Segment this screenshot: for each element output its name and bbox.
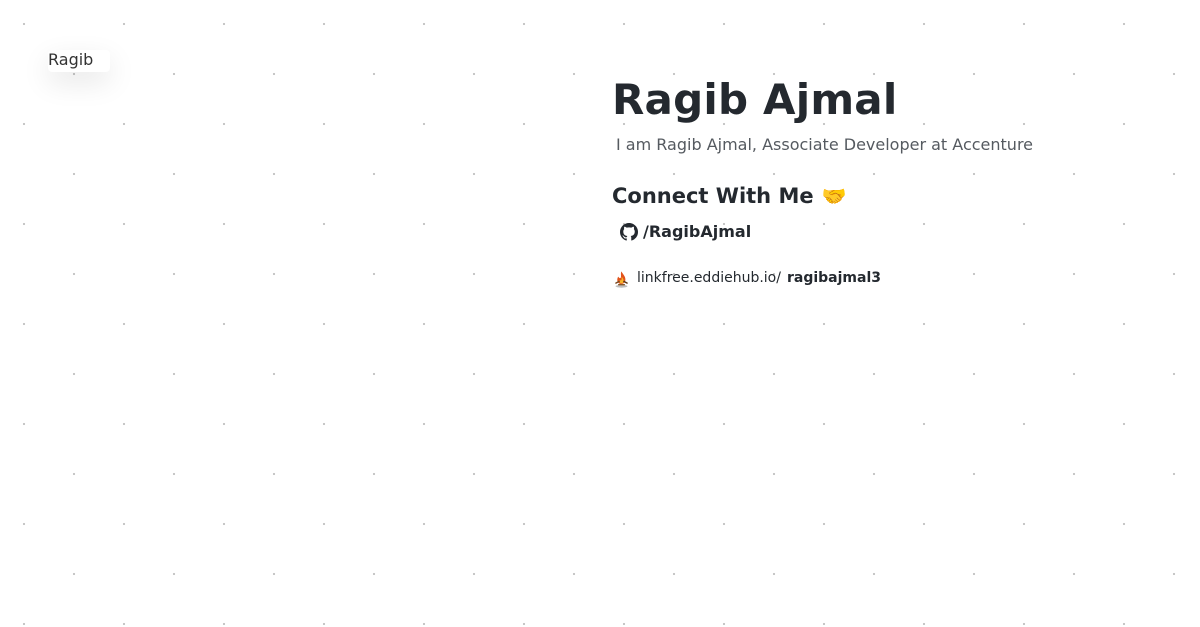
avatar: Ragib [48,50,110,72]
github-link[interactable]: /RagibAjmal [620,222,751,241]
profile-bio: I am Ragib Ajmal, Associate Developer at… [616,135,1034,154]
linkfree-link[interactable]: linkfree.eddiehub.io/ ragibajmal3 [612,267,881,288]
github-link-label: /RagibAjmal [643,222,752,241]
avatar-alt-text: Ragib [48,50,94,69]
profile-section: Ragib Ajmal I am Ragib Ajmal, Associate … [612,74,1172,288]
linkfree-domain: linkfree.eddiehub.io/ [637,269,781,286]
connect-heading: Connect With Me 🤝 [612,182,1172,210]
linkfree-username: ragibajmal3 [786,269,881,286]
linkfree-icon [615,271,628,288]
handshake-icon: 🤝 [821,184,847,208]
avatar-image: Ragib [48,50,93,70]
profile-name: Ragib Ajmal [612,75,898,124]
github-icon [620,222,638,241]
connect-heading-text: Connect With Me [612,184,814,208]
